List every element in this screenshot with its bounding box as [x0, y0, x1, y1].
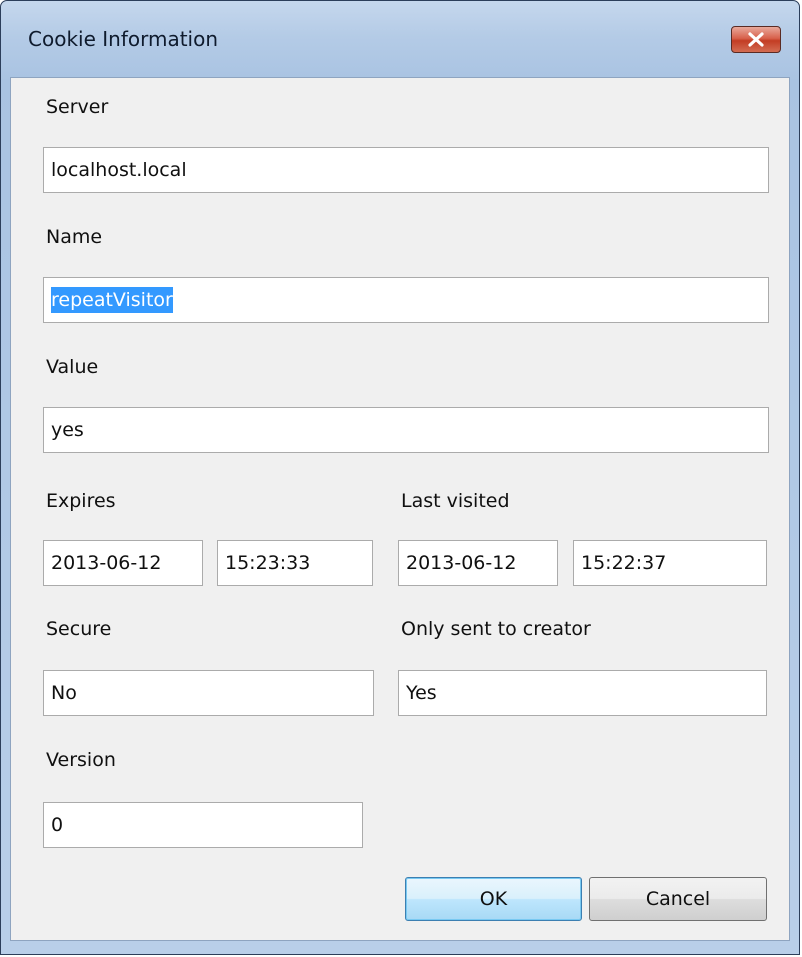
- last-visited-date-field[interactable]: 2013-06-12: [398, 540, 558, 586]
- dialog-body: Server localhost.local Name repeatVisito…: [10, 77, 790, 941]
- version-label: Version: [46, 749, 116, 771]
- window-title: Cookie Information: [28, 27, 219, 51]
- close-button[interactable]: [731, 26, 781, 53]
- expires-date-field[interactable]: 2013-06-12: [43, 540, 203, 586]
- last-visited-time-field[interactable]: 15:22:37: [573, 540, 767, 586]
- server-value: localhost.local: [51, 159, 187, 181]
- only-sent-to-creator-value: Yes: [406, 682, 437, 704]
- expires-date-value: 2013-06-12: [51, 552, 162, 574]
- name-field[interactable]: repeatVisitor: [43, 277, 769, 323]
- ok-button[interactable]: OK: [405, 877, 582, 921]
- last-visited-date-value: 2013-06-12: [406, 552, 517, 574]
- version-value: 0: [51, 814, 64, 836]
- server-label: Server: [46, 96, 109, 118]
- only-sent-to-creator-label: Only sent to creator: [401, 618, 591, 640]
- server-field[interactable]: localhost.local: [43, 147, 769, 193]
- last-visited-time-value: 15:22:37: [581, 552, 667, 574]
- value-value: yes: [51, 419, 84, 441]
- expires-label: Expires: [46, 490, 116, 512]
- cookie-information-dialog: Cookie Information Server localhost.loca…: [0, 0, 800, 955]
- expires-time-value: 15:23:33: [225, 552, 311, 574]
- cancel-button[interactable]: Cancel: [589, 877, 767, 921]
- last-visited-label: Last visited: [401, 490, 510, 512]
- value-field[interactable]: yes: [43, 407, 769, 453]
- value-label: Value: [46, 356, 99, 378]
- name-value-selected: repeatVisitor: [51, 287, 173, 313]
- close-icon: [748, 32, 764, 47]
- secure-field[interactable]: No: [43, 670, 374, 716]
- title-bar[interactable]: Cookie Information: [1, 1, 799, 77]
- version-field[interactable]: 0: [43, 802, 363, 848]
- secure-label: Secure: [46, 618, 112, 640]
- name-label: Name: [46, 226, 103, 248]
- only-sent-to-creator-field[interactable]: Yes: [398, 670, 767, 716]
- secure-value: No: [51, 682, 77, 704]
- expires-time-field[interactable]: 15:23:33: [217, 540, 373, 586]
